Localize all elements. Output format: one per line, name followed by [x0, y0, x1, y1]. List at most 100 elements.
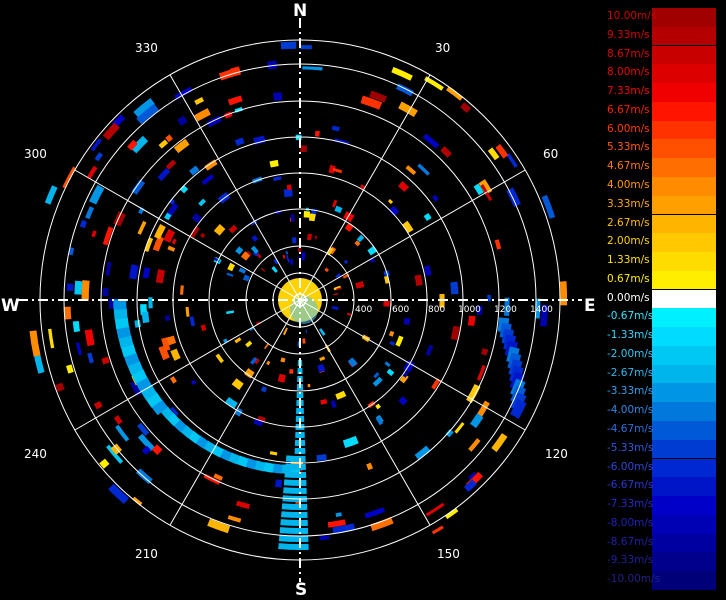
echo-cell: [398, 181, 410, 192]
legend-label: -3.33m/s: [607, 385, 654, 398]
echo-cell: [115, 424, 130, 442]
legend-swatch: [652, 289, 716, 309]
legend-swatch: [652, 139, 716, 159]
echo-cell: [141, 311, 150, 324]
echo-cell: [165, 159, 177, 170]
echo-cell: [189, 225, 201, 238]
echo-cell: [335, 512, 342, 517]
polar-radar-plot[interactable]: [0, 0, 600, 600]
echo-cell: [155, 269, 166, 284]
echo-cell: [446, 86, 464, 101]
echo-cell: [285, 250, 289, 255]
legend-entry: 9.33m/s: [607, 26, 716, 46]
echo-cell: [189, 316, 196, 327]
echo-cell: [76, 342, 82, 356]
legend-swatch: [652, 364, 716, 384]
echo-cell: [302, 66, 323, 71]
legend-label: 10.00m/s: [607, 10, 657, 22]
azimuth-spoke: [299, 299, 431, 526]
azimuth-spoke: [74, 299, 301, 431]
echo-cell: [388, 330, 395, 337]
echo-cell: [158, 139, 169, 149]
echo-cell: [291, 237, 297, 244]
legend-label: 3.33m/s: [607, 197, 650, 210]
echo-cell: [167, 245, 176, 252]
azimuth-spoke: [169, 299, 301, 526]
echo-cell: [314, 235, 318, 240]
echo-cell: [280, 41, 297, 50]
echo-cell: [375, 403, 381, 410]
legend-swatch: [652, 120, 716, 140]
legend-entry: 4.67m/s: [607, 158, 716, 177]
legend-entry: 5.33m/s: [607, 139, 716, 159]
echo-cell: [137, 220, 147, 235]
echo-cell: [185, 306, 190, 317]
echo-cell: [331, 305, 339, 311]
echo-cell: [289, 258, 294, 266]
legend-entry: 0.67m/s: [607, 270, 716, 290]
legend-entry: 0.00m/s: [607, 289, 716, 309]
echo-cell: [346, 312, 352, 316]
bearing-label-300: 300: [24, 147, 47, 161]
echo-cell: [79, 219, 88, 229]
legend-entry: -2.00m/s: [607, 345, 716, 365]
legend-swatch: [652, 83, 716, 102]
legend-swatch: [652, 252, 716, 271]
echo-cell: [422, 133, 440, 149]
legend-entry: 3.33m/s: [607, 195, 716, 215]
echo-cell: [343, 259, 349, 265]
echo-cell: [131, 179, 145, 195]
echo-cell: [227, 515, 242, 523]
echo-cell: [102, 287, 109, 297]
echo-cell: [180, 285, 184, 295]
echo-cell: [74, 280, 83, 295]
echo-cell: [113, 211, 126, 227]
legend-entry: -0.67m/s: [607, 308, 716, 328]
echo-cell: [226, 310, 235, 315]
legend-swatch: [652, 421, 716, 440]
radar-display[interactable]: N S E W 30 60 120 150 210 240 300 330 40…: [0, 0, 726, 600]
legend-label: 5.33m/s: [607, 141, 650, 154]
legend-label: 4.67m/s: [607, 160, 650, 173]
echo-cell: [307, 233, 313, 241]
echo-cell: [398, 396, 408, 406]
legend-label: -9.33m/s: [607, 554, 654, 567]
echo-cell: [190, 379, 197, 386]
legend-entry: 8.00m/s: [607, 64, 716, 83]
echo-cell: [460, 102, 472, 114]
legend-label: -2.67m/s: [607, 366, 654, 379]
legend-swatch: [652, 458, 716, 478]
azimuth-spoke: [299, 299, 526, 431]
echo-cell: [87, 352, 94, 364]
echo-cell: [113, 415, 123, 425]
echo-cell: [280, 519, 308, 526]
echo-cell: [417, 163, 430, 176]
legend-entry: -8.00m/s: [607, 514, 716, 534]
legend-swatch: [652, 514, 716, 534]
legend-label: -8.67m/s: [607, 535, 654, 548]
echo-cell: [235, 500, 250, 510]
echo-cell: [300, 44, 312, 50]
legend-entry: -6.67m/s: [607, 477, 716, 496]
legend-swatch: [652, 327, 716, 346]
echo-cell: [395, 335, 404, 347]
echo-cell: [113, 308, 128, 320]
echo-cell: [334, 205, 343, 214]
legend-entry: -5.33m/s: [607, 439, 716, 459]
echo-cell: [431, 525, 444, 535]
legend-label: 2.67m/s: [607, 216, 650, 229]
legend-label: 7.33m/s: [607, 85, 650, 98]
echo-cell: [228, 224, 238, 234]
legend-label: 1.33m/s: [607, 254, 650, 267]
legend-entry: -8.67m/s: [607, 533, 716, 553]
echo-cell: [320, 398, 328, 405]
echo-cell: [289, 368, 294, 374]
echo-cell: [280, 357, 286, 363]
echo-cell: [297, 247, 301, 252]
legend-swatch: [652, 402, 716, 421]
legend-entry: 10.00m/s: [607, 8, 716, 27]
echo-cell: [84, 329, 95, 347]
range-label-1400: 1400: [530, 305, 553, 315]
compass-south-label: S: [295, 580, 308, 600]
echo-cell: [342, 435, 359, 449]
